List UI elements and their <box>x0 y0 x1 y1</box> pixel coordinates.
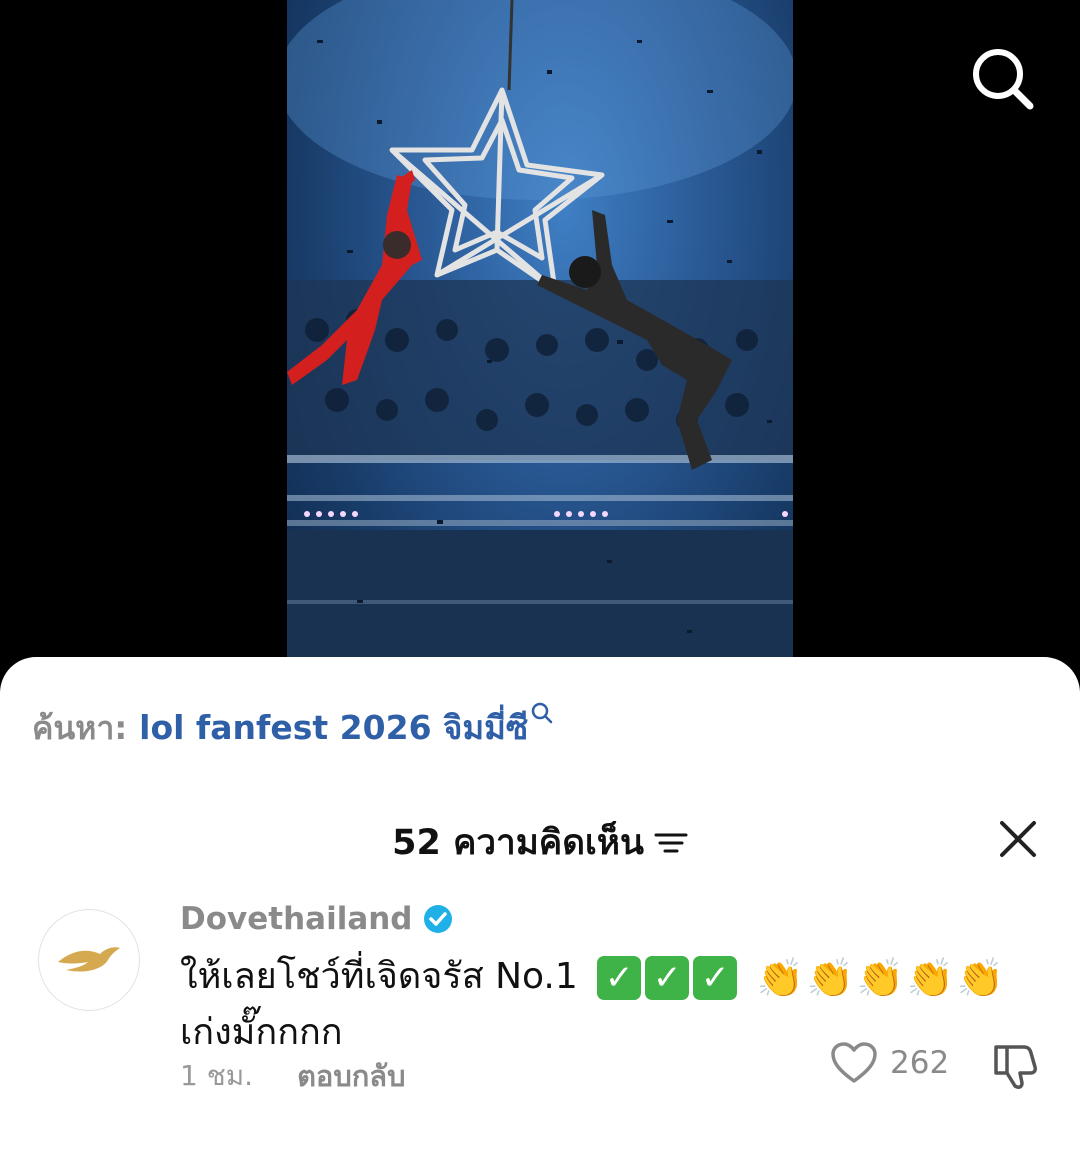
clapping-hands-emoji: 👏 <box>806 956 855 1000</box>
small-search-icon <box>532 702 553 724</box>
comments-count: 52 ความคิดเห็น <box>392 823 644 863</box>
video-player[interactable] <box>287 0 793 690</box>
dislike-icon[interactable] <box>990 1039 1042 1091</box>
avatar[interactable] <box>38 909 140 1011</box>
check-emojis: ✓ ✓ ✓ <box>597 956 738 1000</box>
comment-text-line2: เก่งมั๊กกกก <box>180 1012 343 1053</box>
search-icon <box>973 49 1034 110</box>
like-button[interactable]: 262 <box>830 1041 949 1085</box>
clapping-hands-emoji: 👏 <box>906 956 955 1000</box>
concert-scene-image <box>287 0 793 690</box>
close-icon[interactable] <box>998 819 1038 859</box>
username-row: Dovethailand <box>180 901 453 937</box>
check-mark-emoji: ✓ <box>693 956 738 1000</box>
comment-meta: 1 ชม. ตอบกลับ <box>180 1053 405 1099</box>
comment-text-line1: ให้เลยโชว์ที่เจิดจรัส No.1 <box>180 956 578 997</box>
comments-sheet: ค้นหา: lol fanfest 2026 จิมมี่ซี 52 ความ… <box>0 657 1080 1154</box>
search-suggestion-link[interactable]: ค้นหา: lol fanfest 2026 จิมมี่ซี <box>32 701 554 757</box>
verified-badge-icon <box>423 905 452 933</box>
dove-logo-icon <box>58 947 120 972</box>
check-mark-emoji: ✓ <box>597 956 642 1000</box>
clap-emojis: 👏 👏 👏 👏 👏 <box>756 955 1005 1001</box>
search-suggestion-query[interactable]: lol fanfest 2026 จิมมี่ซี <box>139 701 528 754</box>
clapping-hands-emoji: 👏 <box>956 956 1005 1000</box>
comments-header: 52 ความคิดเห็น <box>0 815 1080 865</box>
search-suggestion-prefix: ค้นหา: <box>32 709 128 747</box>
check-mark-emoji: ✓ <box>645 956 690 1000</box>
clapping-hands-emoji: 👏 <box>756 956 805 1000</box>
comment-time: 1 ชม. <box>180 1059 254 1092</box>
reply-button[interactable]: ตอบกลับ <box>297 1053 405 1099</box>
clapping-hands-emoji: 👏 <box>856 956 905 1000</box>
sort-icon[interactable] <box>654 829 688 857</box>
search-button[interactable] <box>968 44 1036 112</box>
like-count: 262 <box>890 1045 950 1081</box>
heart-icon <box>831 1042 877 1083</box>
screen: ค้นหา: lol fanfest 2026 จิมมี่ซี 52 ความ… <box>0 0 1080 1154</box>
username[interactable]: Dovethailand <box>180 901 413 937</box>
